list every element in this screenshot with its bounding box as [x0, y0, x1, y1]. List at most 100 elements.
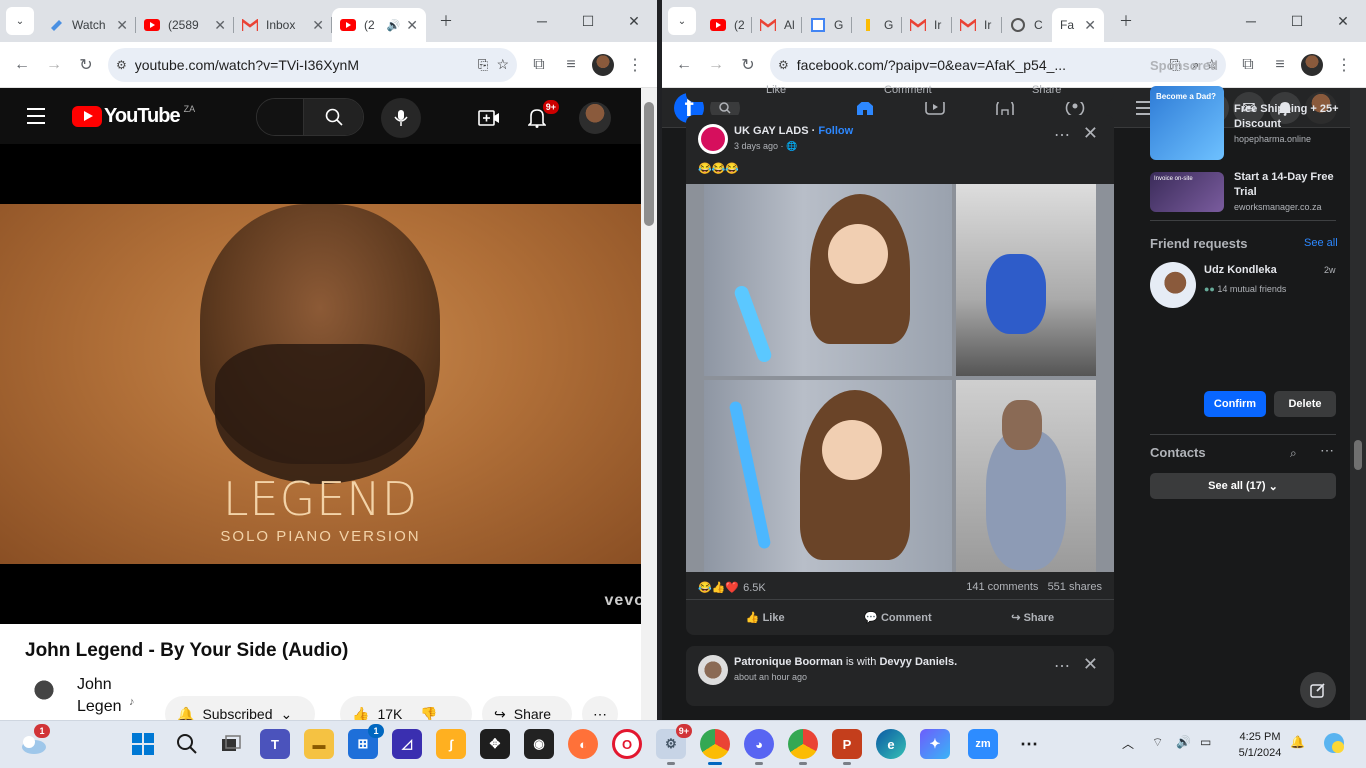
close-window-button[interactable]: ✕ — [1320, 0, 1366, 42]
browser-menu-icon[interactable]: ⋮ — [619, 49, 651, 81]
profile-avatar[interactable] — [587, 49, 619, 81]
more-actions-button[interactable]: ⋯ — [582, 696, 618, 720]
see-all-contacts-button[interactable]: See all (17) ⌄ — [1150, 473, 1336, 499]
comment-button[interactable]: 💬 Comment — [864, 611, 932, 624]
tab-facebook-active[interactable]: Fa ✕ — [1052, 8, 1104, 42]
app-icon-purple[interactable]: ◿ — [392, 729, 422, 759]
tab-search-button[interactable]: ⌄ — [668, 7, 696, 35]
browser-menu-icon[interactable]: ⋮ — [1328, 49, 1360, 81]
subscribed-button[interactable]: 🔔 Subscribed ⌄ — [165, 696, 315, 720]
post-options-button[interactable]: ⋯ — [1054, 125, 1070, 145]
media-control-icon[interactable]: ≡ — [555, 49, 587, 81]
install-app-icon[interactable]: ⎘ — [478, 57, 488, 73]
thumbs-down-icon[interactable]: 👎 — [420, 706, 437, 721]
requester-name[interactable]: Udz Kondleka — [1204, 264, 1277, 276]
youtube-logo[interactable]: YouTube ZA — [72, 104, 195, 128]
close-icon[interactable]: ✕ — [1084, 17, 1096, 34]
show-hidden-icons-button[interactable]: ︿ — [1122, 735, 1134, 752]
see-all-link[interactable]: See all — [1304, 237, 1338, 249]
video-player[interactable]: LEGEND SOLO PIANO VERSION vevo — [0, 144, 657, 624]
site-info-icon[interactable]: ⚙ — [116, 58, 127, 72]
chrome-profile-icon[interactable] — [788, 729, 818, 765]
more-apps-icon[interactable]: ⋯ — [1014, 729, 1044, 759]
tab-inbox[interactable]: Inbox ✕ — [234, 8, 332, 42]
share-button[interactable]: ↪ Share — [482, 696, 572, 720]
forward-button[interactable]: → — [38, 49, 70, 81]
close-window-button[interactable]: ✕ — [611, 0, 657, 42]
new-tab-button[interactable]: ＋ — [1112, 7, 1140, 35]
minimize-button[interactable]: ─ — [1228, 0, 1274, 42]
hide-post-button[interactable]: ✕ — [1083, 123, 1098, 144]
extensions-icon[interactable]: ⧉ — [523, 49, 555, 81]
close-icon[interactable]: ✕ — [312, 17, 324, 34]
site-info-icon[interactable]: ⚙ — [778, 58, 789, 72]
firefox-icon[interactable]: ◐ — [568, 729, 598, 759]
follow-link[interactable]: Follow — [818, 125, 853, 137]
weather-widget[interactable]: 1 — [18, 724, 50, 759]
reload-button[interactable]: ↻ — [70, 49, 102, 81]
share-action[interactable]: Share — [1032, 84, 1061, 96]
confirm-button[interactable]: Confirm — [1204, 391, 1266, 417]
search-input[interactable] — [257, 99, 303, 135]
sponsored-ad-1[interactable]: Become a Dad? Free Shipping + 25+ Discou… — [1150, 86, 1340, 160]
tagged-name[interactable]: Devyy Daniels. — [879, 656, 957, 668]
scrollbar-thumb[interactable] — [644, 102, 654, 226]
back-button[interactable]: ← — [6, 49, 38, 81]
copilot-icon[interactable]: ✦ — [920, 729, 950, 759]
notification-bell-icon[interactable]: 🔔 — [1290, 735, 1305, 749]
page-scrollbar[interactable] — [641, 88, 657, 720]
wifi-icon[interactable]: ⌔ — [1152, 735, 1163, 750]
teams-icon[interactable]: T — [260, 729, 290, 759]
tab-chatgpt[interactable]: C — [1002, 8, 1052, 42]
author-name[interactable]: Patronique Boorman — [734, 656, 843, 668]
copilot-pre-icon[interactable] — [1322, 731, 1346, 758]
author-name[interactable]: UK GAY LADS — [734, 125, 809, 137]
tab-gmail-1[interactable]: Al — [752, 8, 802, 42]
extensions-icon[interactable]: ⧉ — [1232, 49, 1264, 81]
like-action[interactable]: Like — [766, 84, 786, 96]
zoom-icon[interactable]: zm — [968, 729, 998, 759]
tab-watch[interactable]: Watch ✕ — [40, 8, 136, 42]
sponsored-ad-2[interactable]: Invoice on-site Start a 14-Day Free Tria… — [1150, 171, 1340, 244]
requester-avatar[interactable] — [1150, 262, 1196, 308]
mutual-friends[interactable]: ●● 14 mutual friends — [1204, 284, 1286, 294]
close-icon[interactable]: ✕ — [406, 17, 418, 34]
url-text[interactable]: youtube.com/watch?v=TVi-I36XynM — [135, 57, 470, 73]
author-avatar[interactable] — [698, 655, 728, 685]
search-button[interactable] — [172, 729, 202, 759]
media-control-icon[interactable]: ≡ — [1264, 49, 1296, 81]
search-contacts-icon[interactable]: ⌕ — [1290, 446, 1297, 461]
voice-search-button[interactable] — [381, 98, 421, 138]
reload-button[interactable]: ↻ — [732, 49, 764, 81]
minimize-button[interactable]: ─ — [519, 0, 565, 42]
search-button[interactable] — [303, 99, 363, 135]
start-button[interactable] — [128, 729, 158, 759]
page-avatar[interactable] — [698, 124, 728, 154]
chrome-icon[interactable] — [700, 729, 730, 765]
edge-icon[interactable]: e — [876, 729, 906, 759]
page-scrollbar[interactable] — [1350, 88, 1366, 720]
post-options-button[interactable]: ⋯ — [1054, 656, 1070, 676]
new-message-button[interactable] — [1300, 672, 1336, 708]
close-icon[interactable]: ✕ — [214, 17, 226, 34]
hide-post-button[interactable]: ✕ — [1083, 654, 1098, 675]
share-count[interactable]: 551 shares — [1048, 581, 1102, 593]
close-icon[interactable]: ✕ — [116, 17, 128, 34]
maximize-button[interactable]: ☐ — [565, 0, 611, 42]
post-time[interactable]: 3 days ago — [734, 141, 778, 151]
app-icon-gear[interactable]: ⚙ 9+ — [656, 724, 692, 765]
bookmark-star-icon[interactable]: ☆ — [496, 56, 509, 73]
channel-name[interactable]: John Legen — [77, 674, 137, 718]
delete-button[interactable]: Delete — [1274, 391, 1336, 417]
file-explorer-icon[interactable]: ▬ — [304, 729, 334, 759]
reactions-summary[interactable]: 😂👍❤️ 6.5K — [698, 581, 766, 595]
volume-icon[interactable]: 🔊 — [1176, 735, 1191, 749]
tab-calendar[interactable]: G — [802, 8, 852, 42]
tab-gmail-3[interactable]: Ir — [952, 8, 1002, 42]
tab-google[interactable]: G — [852, 8, 902, 42]
tab-youtube-active[interactable]: (2 🔊 ✕ — [332, 8, 426, 42]
new-tab-button[interactable]: ＋ — [432, 7, 460, 35]
tab-youtube-1[interactable]: (2589 ✕ — [136, 8, 234, 42]
share-button[interactable]: ↪ Share — [1011, 611, 1054, 624]
opera-icon[interactable]: O — [612, 729, 642, 759]
